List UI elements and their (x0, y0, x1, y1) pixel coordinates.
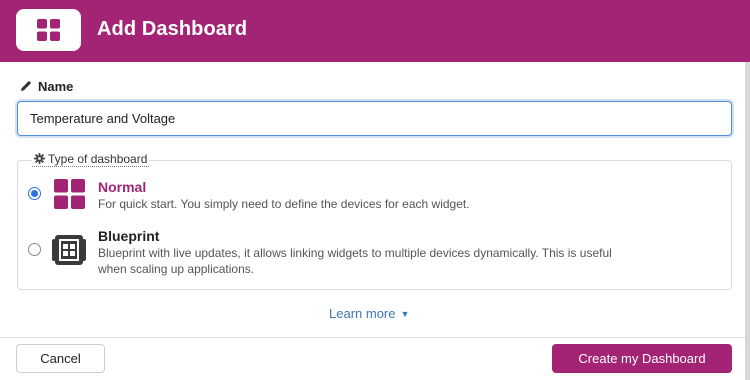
create-dashboard-button[interactable]: Create my Dashboard (552, 344, 732, 373)
option-blueprint-description-line2: when scaling up applications. (98, 262, 255, 276)
dashboard-type-legend-text: Type of dashboard (48, 152, 148, 166)
option-normal-description: For quick start. You simply need to defi… (98, 197, 470, 211)
dashboard-grid-icon (37, 19, 60, 41)
name-label: Name (20, 79, 73, 94)
dashboard-type-legend: Type of dashboard (32, 152, 150, 167)
learn-more-link[interactable]: Learn more ▼ (329, 306, 409, 321)
window-edge (745, 62, 750, 380)
gear-icon (34, 153, 45, 164)
option-blueprint-description: Blueprint with live updates, it allows l… (98, 245, 612, 277)
header-icon-box (16, 9, 81, 51)
radio-normal[interactable] (28, 187, 41, 200)
blueprint-icon (52, 235, 86, 265)
cancel-button[interactable]: Cancel (16, 344, 105, 373)
caret-down-icon: ▼ (400, 309, 410, 319)
dialog-header: Add Dashboard (0, 0, 750, 62)
footer-divider (0, 337, 745, 338)
normal-dashboard-icon (54, 179, 85, 209)
option-blueprint-title[interactable]: Blueprint (98, 228, 159, 244)
dialog-title: Add Dashboard (97, 18, 248, 40)
pencil-icon (21, 81, 31, 91)
option-normal-title[interactable]: Normal (98, 179, 146, 195)
option-blueprint-description-line1: Blueprint with live updates, it allows l… (98, 246, 612, 260)
learn-more-text: Learn more (329, 306, 396, 321)
radio-blueprint[interactable] (28, 243, 41, 256)
name-label-text: Name (38, 79, 74, 94)
dashboard-name-input[interactable] (17, 101, 732, 136)
